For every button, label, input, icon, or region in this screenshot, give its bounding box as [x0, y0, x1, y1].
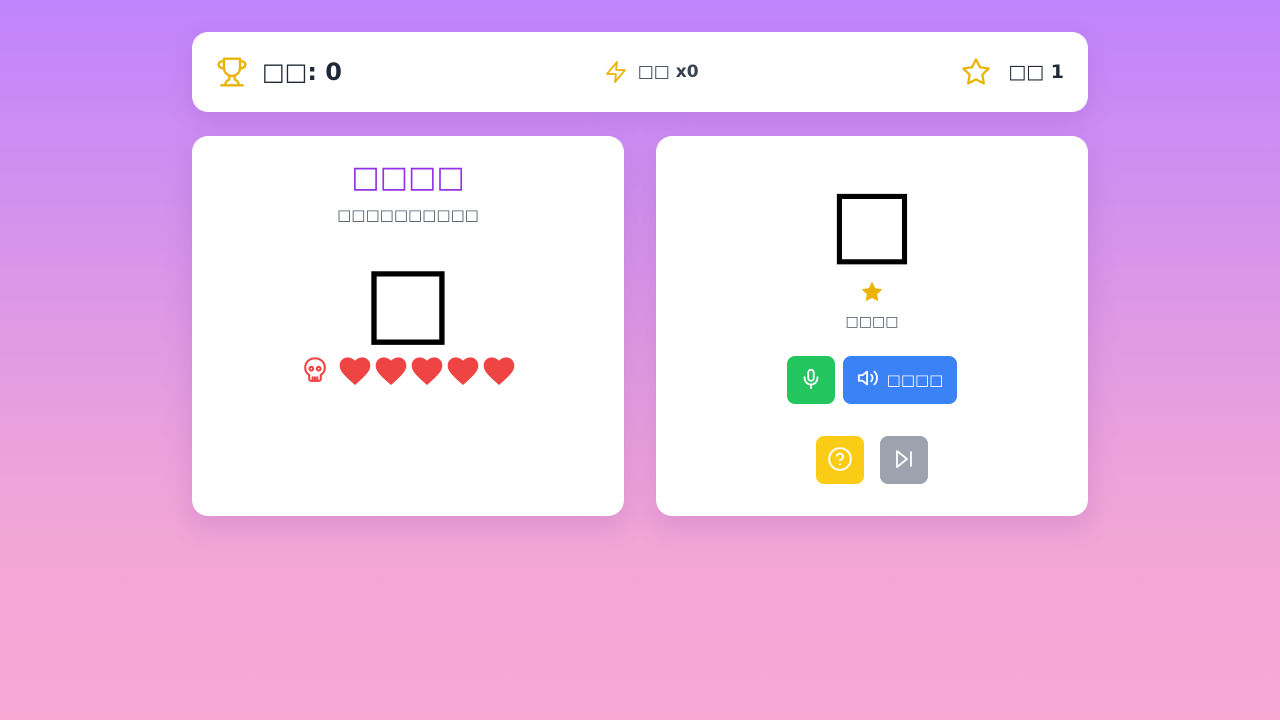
skip-icon	[892, 447, 916, 474]
heart-icon	[339, 356, 371, 390]
boss-name: □□□□	[351, 160, 465, 195]
boss-health-bar	[192, 356, 624, 390]
boss-emoji: □	[362, 244, 454, 356]
heart-icon	[483, 356, 515, 390]
character-emoji: □	[828, 168, 916, 275]
score-label: □□: 0	[262, 58, 343, 86]
trophy-icon	[216, 56, 248, 88]
microphone-icon	[800, 368, 822, 393]
speak-button[interactable]: □□□□	[843, 356, 957, 404]
combo-display: □□ x0	[604, 60, 699, 84]
star-outline-icon	[960, 56, 992, 88]
hint-button[interactable]	[816, 436, 864, 484]
heart-icon	[375, 356, 407, 390]
speaker-icon	[857, 367, 879, 393]
boss-subtitle: □□□□□□□□□□	[337, 206, 479, 224]
help-icon	[827, 446, 853, 475]
skip-button[interactable]	[880, 436, 928, 484]
level-label: □□ 1	[1008, 61, 1064, 83]
heart-icon	[411, 356, 443, 390]
combo-label: □□ x0	[637, 62, 699, 82]
character-caption: □□□□	[845, 314, 899, 330]
lightning-icon	[604, 60, 628, 84]
score-display: □□: 0	[216, 56, 342, 88]
character-card: □ □□□□ □□□□	[656, 136, 1088, 516]
skull-icon	[301, 356, 329, 390]
stats-bar: □□: 0 □□ x0 □□ 1	[192, 32, 1088, 112]
heart-icon	[447, 356, 479, 390]
microphone-button[interactable]	[787, 356, 835, 404]
star-icon	[859, 279, 885, 309]
boss-card: □□□□ □□□□□□□□□□ □	[192, 136, 624, 516]
level-display: □□ 1	[960, 56, 1064, 88]
speak-button-label: □□□□	[886, 371, 944, 389]
